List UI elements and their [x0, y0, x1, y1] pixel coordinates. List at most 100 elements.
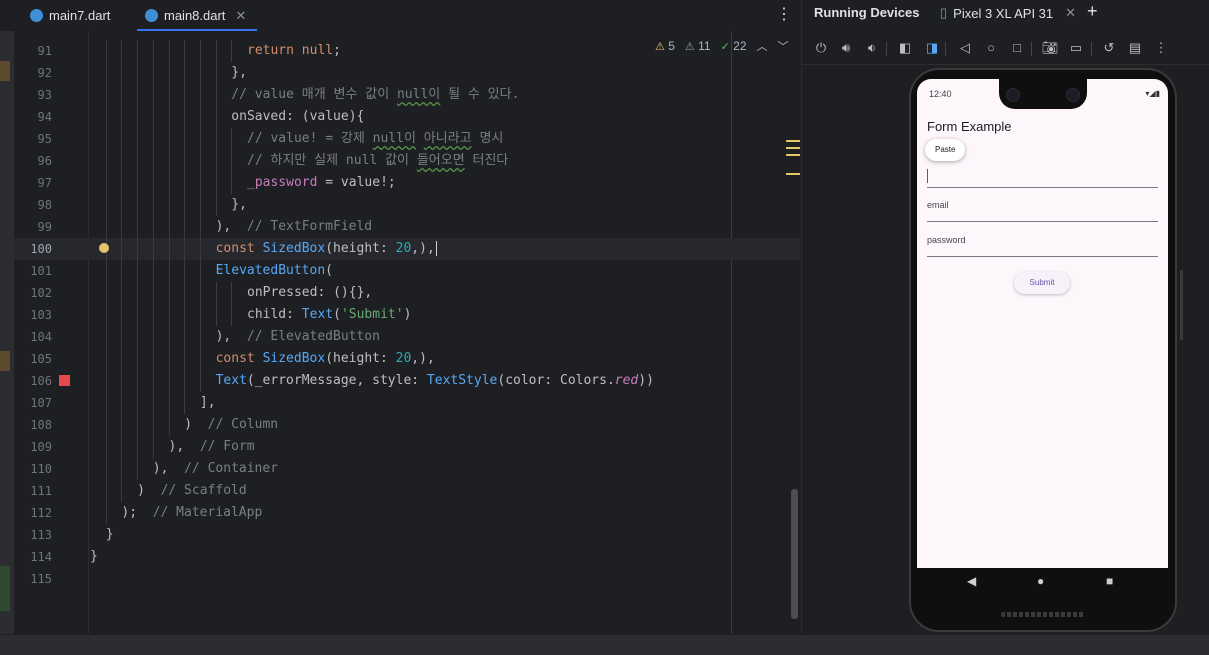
code-text: // 하지만 실제 null 값이 들어오면 터진다 — [247, 153, 509, 168]
toolbar-separator — [945, 42, 946, 56]
code-line[interactable]: 102 onPressed: (){}, — [14, 282, 800, 304]
code-line[interactable]: 96 // 하지만 실제 null 값이 들어오면 터진다 — [14, 150, 800, 172]
line-number: 105 — [30, 352, 52, 366]
overview-icon[interactable]: □ — [1008, 40, 1026, 55]
tab-main8[interactable]: main8.dart ✕ — [137, 0, 257, 32]
code-line[interactable]: 105 const SizedBox(height: 20,), — [14, 348, 800, 370]
code-line[interactable]: 104), // ElevatedButton — [14, 326, 800, 348]
indent-guide — [152, 106, 154, 128]
code-line[interactable]: 94 onSaved: (value){ — [14, 106, 800, 128]
indent-guide — [199, 62, 201, 84]
code-text: } — [105, 527, 114, 542]
code-line[interactable]: 93 // value 매개 변수 값이 null이 될 수 있다. — [14, 84, 800, 106]
chevron-down-icon[interactable]: ﹀ — [778, 38, 789, 54]
indent-guide — [231, 40, 233, 62]
code-line[interactable]: 112); // MaterialApp — [14, 502, 800, 524]
code-line[interactable]: 103 child: Text('Submit') — [14, 304, 800, 326]
code-line[interactable]: 95 // value! = 강제 null이 아니라고 명시 — [14, 128, 800, 150]
close-icon[interactable]: ✕ — [1065, 5, 1076, 21]
nav-home-icon[interactable]: ● — [1037, 574, 1044, 588]
add-device-icon[interactable]: + — [1087, 1, 1098, 22]
nav-recents-icon[interactable]: ■ — [1106, 574, 1113, 588]
snapshot-icon[interactable]: ▤ — [1126, 40, 1144, 56]
indent-guide — [184, 282, 186, 304]
chevron-up-icon[interactable]: ︿ — [757, 38, 768, 54]
code-text: }, — [231, 65, 247, 80]
code-line[interactable]: 114} — [14, 546, 800, 568]
code-line[interactable]: 106 Text(_errorMessage, style: TextStyle(… — [14, 370, 800, 392]
close-icon[interactable]: ✕ — [235, 8, 246, 24]
weak-warning-icon: ⚠ — [684, 41, 695, 53]
code-line[interactable]: 109), // Form — [14, 436, 800, 458]
nav-back-icon[interactable]: ◀ — [967, 574, 976, 588]
code-line[interactable]: 110), // Container — [14, 458, 800, 480]
screen-record-icon[interactable]: ▭ — [1067, 40, 1085, 56]
indent-guide — [184, 304, 186, 326]
color-swatch-icon[interactable] — [59, 375, 70, 386]
indent-guide — [184, 128, 186, 150]
inspection-widget[interactable]: ⚠ 5 ⚠ 11 ✓ 22 ︿ ﹀ — [655, 38, 789, 54]
home-icon[interactable]: ○ — [982, 40, 1000, 55]
lightbulb-icon[interactable] — [99, 243, 109, 253]
code-line[interactable]: 108) // Column — [14, 414, 800, 436]
indent-guide — [184, 238, 186, 260]
code-line[interactable]: 101 ElevatedButton( — [14, 260, 800, 282]
code-line[interactable]: 113} — [14, 524, 800, 546]
volume-down-icon[interactable]: 🔉︎ — [863, 40, 881, 56]
indent-guide — [105, 304, 107, 326]
back-icon[interactable]: ◁ — [956, 40, 974, 56]
tab-main7[interactable]: main7.dart — [22, 0, 132, 31]
indent-guide — [199, 216, 201, 238]
more-icon[interactable]: ⋮ — [776, 4, 792, 24]
code-line[interactable]: 92}, — [14, 62, 800, 84]
indent-guide — [215, 84, 217, 106]
indent-guide — [168, 392, 170, 414]
weak-warning-count: 11 — [698, 39, 711, 53]
code-line[interactable]: 98}, — [14, 194, 800, 216]
rotate-left-icon[interactable]: ◧ — [896, 40, 914, 56]
indent-guide — [105, 480, 107, 502]
code-line[interactable]: 111) // Scaffold — [14, 480, 800, 502]
code-editor[interactable]: 91 return null; 92}, 93 // value 매개 변수 값이 nu… — [14, 31, 800, 634]
line-number: 108 — [30, 418, 52, 432]
tab-device[interactable]: ▯ Pixel 3 XL API 31 ✕ — [940, 5, 1076, 21]
code-line[interactable]: 115 — [14, 568, 800, 590]
phone-screen[interactable]: 12:40 ▾◢▮ Form Example Paste email passw… — [917, 79, 1168, 568]
submit-button[interactable]: Submit — [1014, 272, 1070, 294]
reset-icon[interactable]: ↺ — [1100, 40, 1118, 56]
line-number: 109 — [30, 440, 52, 454]
indent-guide — [137, 216, 139, 238]
code-line[interactable]: 97 _password = value!; — [14, 172, 800, 194]
indent-guide — [137, 106, 139, 128]
indent-guide — [121, 106, 123, 128]
password-field[interactable]: password — [927, 231, 1158, 257]
more-icon[interactable]: ⋮ — [1152, 40, 1170, 56]
code-line[interactable]: 99), // TextFormField — [14, 216, 800, 238]
screenshot-icon[interactable]: 📷︎ — [1041, 40, 1059, 56]
code-line[interactable]: 100 const SizedBox(height: 20,), — [14, 238, 800, 260]
indent-guide — [105, 128, 107, 150]
line-number: 96 — [37, 154, 52, 168]
indent-guide — [184, 194, 186, 216]
password-label: password — [927, 235, 966, 245]
indent-guide — [137, 282, 139, 304]
code-text: return null; — [247, 43, 341, 58]
code-line[interactable]: 107], — [14, 392, 800, 414]
power-icon[interactable]: ⏻ — [812, 40, 830, 56]
paste-button[interactable]: Paste — [925, 139, 966, 161]
rotate-right-icon[interactable]: ◨ — [923, 40, 941, 56]
email-field[interactable]: email — [927, 197, 1158, 222]
code-text: Text(_errorMessage, style: TextStyle(col… — [215, 373, 654, 388]
indent-guide — [168, 150, 170, 172]
volume-up-icon[interactable]: 🔊︎ — [837, 40, 855, 56]
indent-guide — [137, 172, 139, 194]
status-icons: ▾◢▮ — [1145, 89, 1160, 98]
indent-guide — [137, 150, 139, 172]
editor-scrollbar[interactable] — [791, 489, 798, 619]
line-number: 99 — [37, 220, 52, 234]
name-field[interactable] — [927, 161, 1158, 188]
typo-check-icon: ✓ — [720, 41, 730, 53]
ide-status-bar — [0, 634, 1209, 655]
indent-guide — [199, 150, 201, 172]
indent-guide — [121, 238, 123, 260]
